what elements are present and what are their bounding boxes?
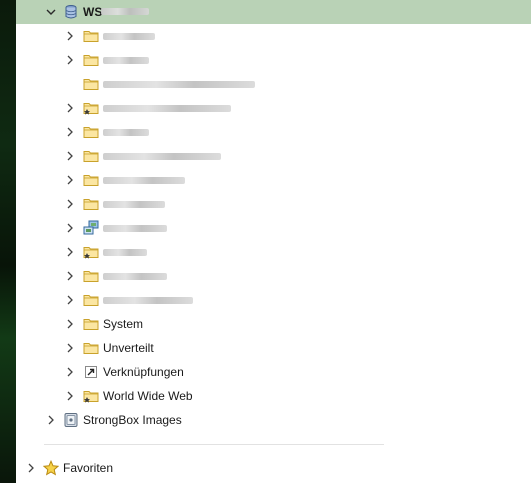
chevron-right-icon[interactable] xyxy=(65,127,75,137)
tree-root-row[interactable]: WS xyxy=(16,0,531,24)
tree-item-label: Unverteilt xyxy=(103,341,154,355)
redacted-label xyxy=(103,273,167,280)
tree-item[interactable] xyxy=(16,192,531,216)
redacted-label xyxy=(103,177,185,184)
tree-item[interactable] xyxy=(16,24,531,48)
tree-item-world-wide-web[interactable]: World Wide Web xyxy=(16,384,531,408)
chevron-right-icon[interactable] xyxy=(65,151,75,161)
chevron-right-icon[interactable] xyxy=(65,319,75,329)
section-divider xyxy=(44,444,384,445)
chevron-right-icon[interactable] xyxy=(65,199,75,209)
star-icon xyxy=(43,460,59,476)
folder-icon xyxy=(83,76,99,92)
folder-icon xyxy=(83,268,99,284)
redacted-label xyxy=(103,33,155,40)
tree-item-label: World Wide Web xyxy=(103,389,193,403)
redacted-label xyxy=(101,8,149,15)
redacted-label xyxy=(103,81,255,88)
folder-icon xyxy=(83,196,99,212)
shortcut-icon xyxy=(83,364,99,380)
tree-root-label: WS xyxy=(83,5,103,19)
folder-icon xyxy=(83,28,99,44)
tree-item-label: StrongBox Images xyxy=(83,413,182,427)
folder-icon xyxy=(83,340,99,356)
chevron-right-icon[interactable] xyxy=(65,271,75,281)
redacted-label xyxy=(103,201,165,208)
chevron-right-icon[interactable] xyxy=(65,391,75,401)
tree-item-label: Verknüpfungen xyxy=(103,365,184,379)
tree-item[interactable] xyxy=(16,240,531,264)
redacted-label xyxy=(103,249,147,256)
folder-icon xyxy=(83,316,99,332)
folder-icon xyxy=(83,292,99,308)
strongbox-icon xyxy=(63,412,79,428)
tree-item[interactable] xyxy=(16,264,531,288)
folder-icon xyxy=(83,124,99,140)
tree-item-label: System xyxy=(103,317,144,331)
tree-item-system[interactable]: System xyxy=(16,312,531,336)
chevron-right-icon[interactable] xyxy=(65,295,75,305)
chevron-right-icon[interactable] xyxy=(46,415,56,425)
network-icon xyxy=(83,220,99,236)
chevron-down-icon[interactable] xyxy=(46,7,56,17)
chevron-right-icon[interactable] xyxy=(65,343,75,353)
folder-icon xyxy=(83,172,99,188)
tree-item-verknuepfungen[interactable]: Verknüpfungen xyxy=(16,360,531,384)
desktop-background xyxy=(0,0,16,483)
tree-item[interactable] xyxy=(16,48,531,72)
tree-item[interactable] xyxy=(16,216,531,240)
redacted-label xyxy=(103,297,193,304)
redacted-label xyxy=(103,57,149,64)
tree-item-favoriten[interactable]: Favoriten xyxy=(16,456,531,480)
tree-item[interactable] xyxy=(16,120,531,144)
chevron-right-icon[interactable] xyxy=(65,175,75,185)
tree-item[interactable] xyxy=(16,72,531,96)
folder-starred-icon xyxy=(83,244,99,260)
tree-item[interactable] xyxy=(16,144,531,168)
chevron-right-icon[interactable] xyxy=(65,31,75,41)
folder-icon xyxy=(83,148,99,164)
tree-panel: WS System Unverteilt Verknüpfungen World… xyxy=(16,0,531,483)
chevron-right-icon[interactable] xyxy=(65,55,75,65)
chevron-right-icon[interactable] xyxy=(65,367,75,377)
tree-item-unverteilt[interactable]: Unverteilt xyxy=(16,336,531,360)
folder-starred-icon xyxy=(83,100,99,116)
chevron-right-icon[interactable] xyxy=(65,223,75,233)
tree-item-label: Favoriten xyxy=(63,461,114,475)
database-icon xyxy=(63,4,79,20)
chevron-right-icon[interactable] xyxy=(65,247,75,257)
tree-item[interactable] xyxy=(16,168,531,192)
tree-item-strongbox-images[interactable]: StrongBox Images xyxy=(16,408,531,432)
chevron-right-icon[interactable] xyxy=(65,103,75,113)
folder-icon xyxy=(83,52,99,68)
redacted-label xyxy=(103,129,149,136)
redacted-label xyxy=(103,225,167,232)
redacted-label xyxy=(103,153,221,160)
chevron-right-icon[interactable] xyxy=(26,463,36,473)
redacted-label xyxy=(103,105,231,112)
tree-item[interactable] xyxy=(16,288,531,312)
tree-item[interactable] xyxy=(16,96,531,120)
folder-starred-icon xyxy=(83,388,99,404)
